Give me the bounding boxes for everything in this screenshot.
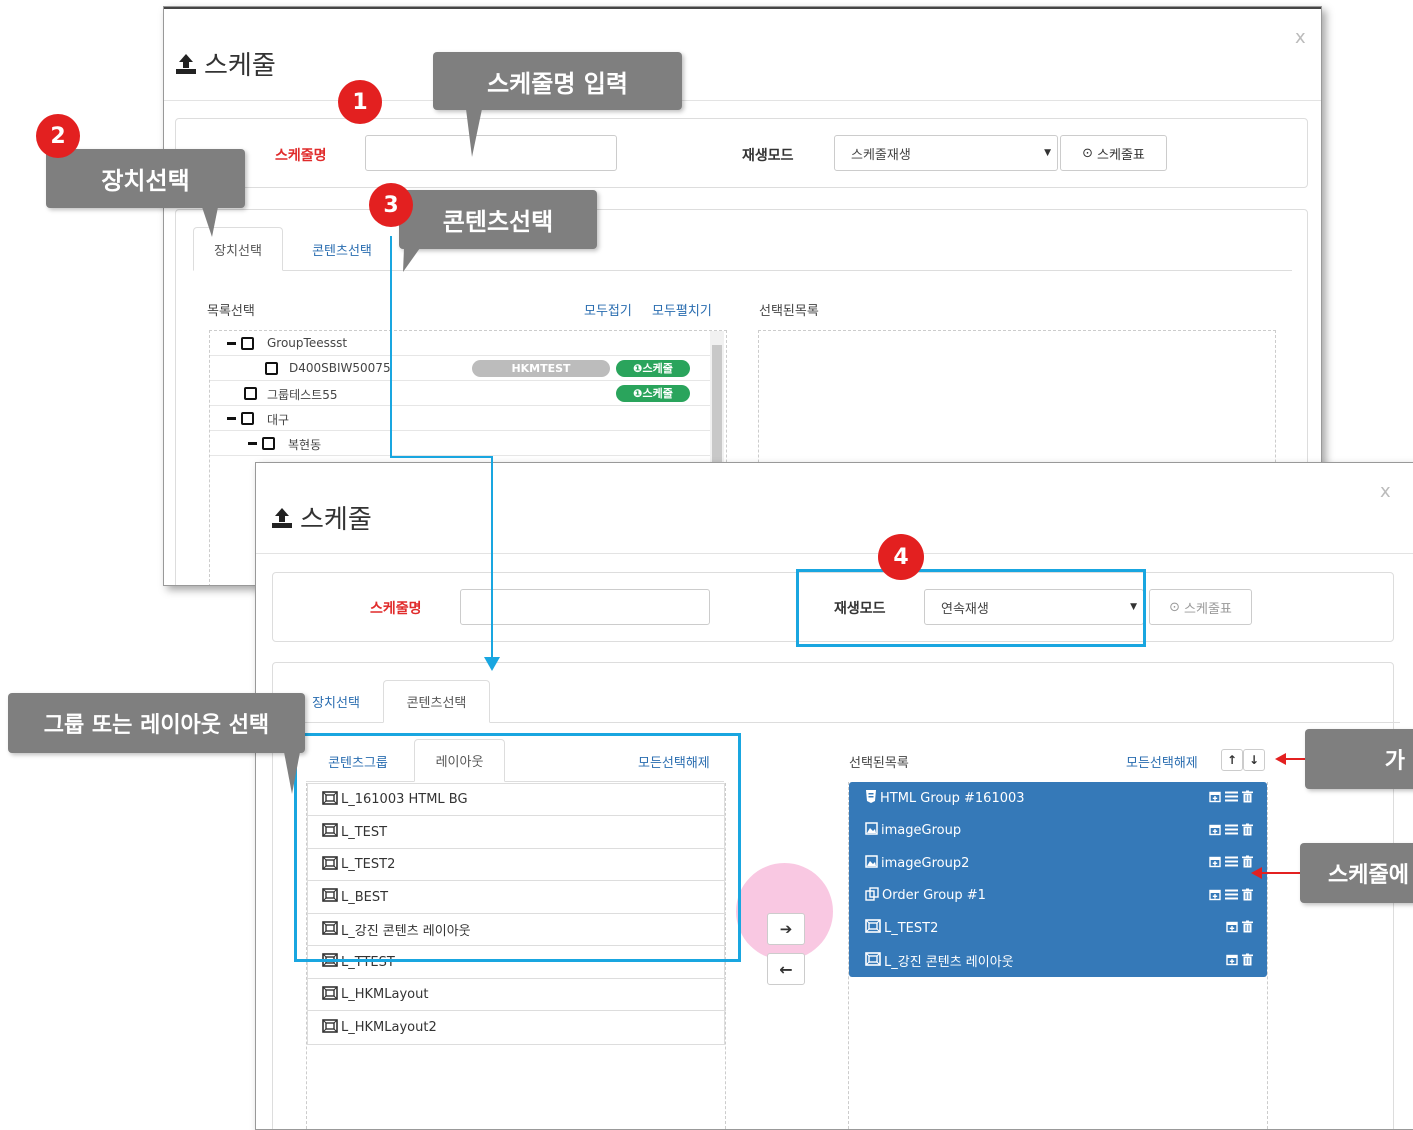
callout-pointer	[284, 752, 300, 794]
step-badge-2: 2	[36, 114, 80, 158]
callout-right-top-text: 가	[1384, 749, 1405, 774]
step-badge-3: 3	[369, 183, 413, 227]
step-badge-4: 4	[878, 534, 924, 580]
group-layout-highlight	[294, 733, 741, 962]
play-mode-highlight	[796, 569, 1146, 647]
callout-schedule-name: 스케줄명 입력	[433, 52, 682, 110]
callout-right-mid-text: 스케줄에	[1328, 863, 1409, 888]
callout-right-top: 가	[1305, 729, 1413, 789]
callout-pointer	[403, 248, 420, 272]
step-badge-1: 1	[338, 80, 382, 124]
callout-group-layout: 그룹 또는 레이아웃 선택	[8, 693, 305, 753]
callout-content-select: 콘텐츠선택	[399, 190, 597, 249]
callout-pointer	[466, 109, 482, 157]
callout-device-select: 장치선택	[46, 149, 245, 208]
callout-right-mid: 스케줄에	[1300, 843, 1413, 903]
callout-pointer	[202, 207, 218, 237]
